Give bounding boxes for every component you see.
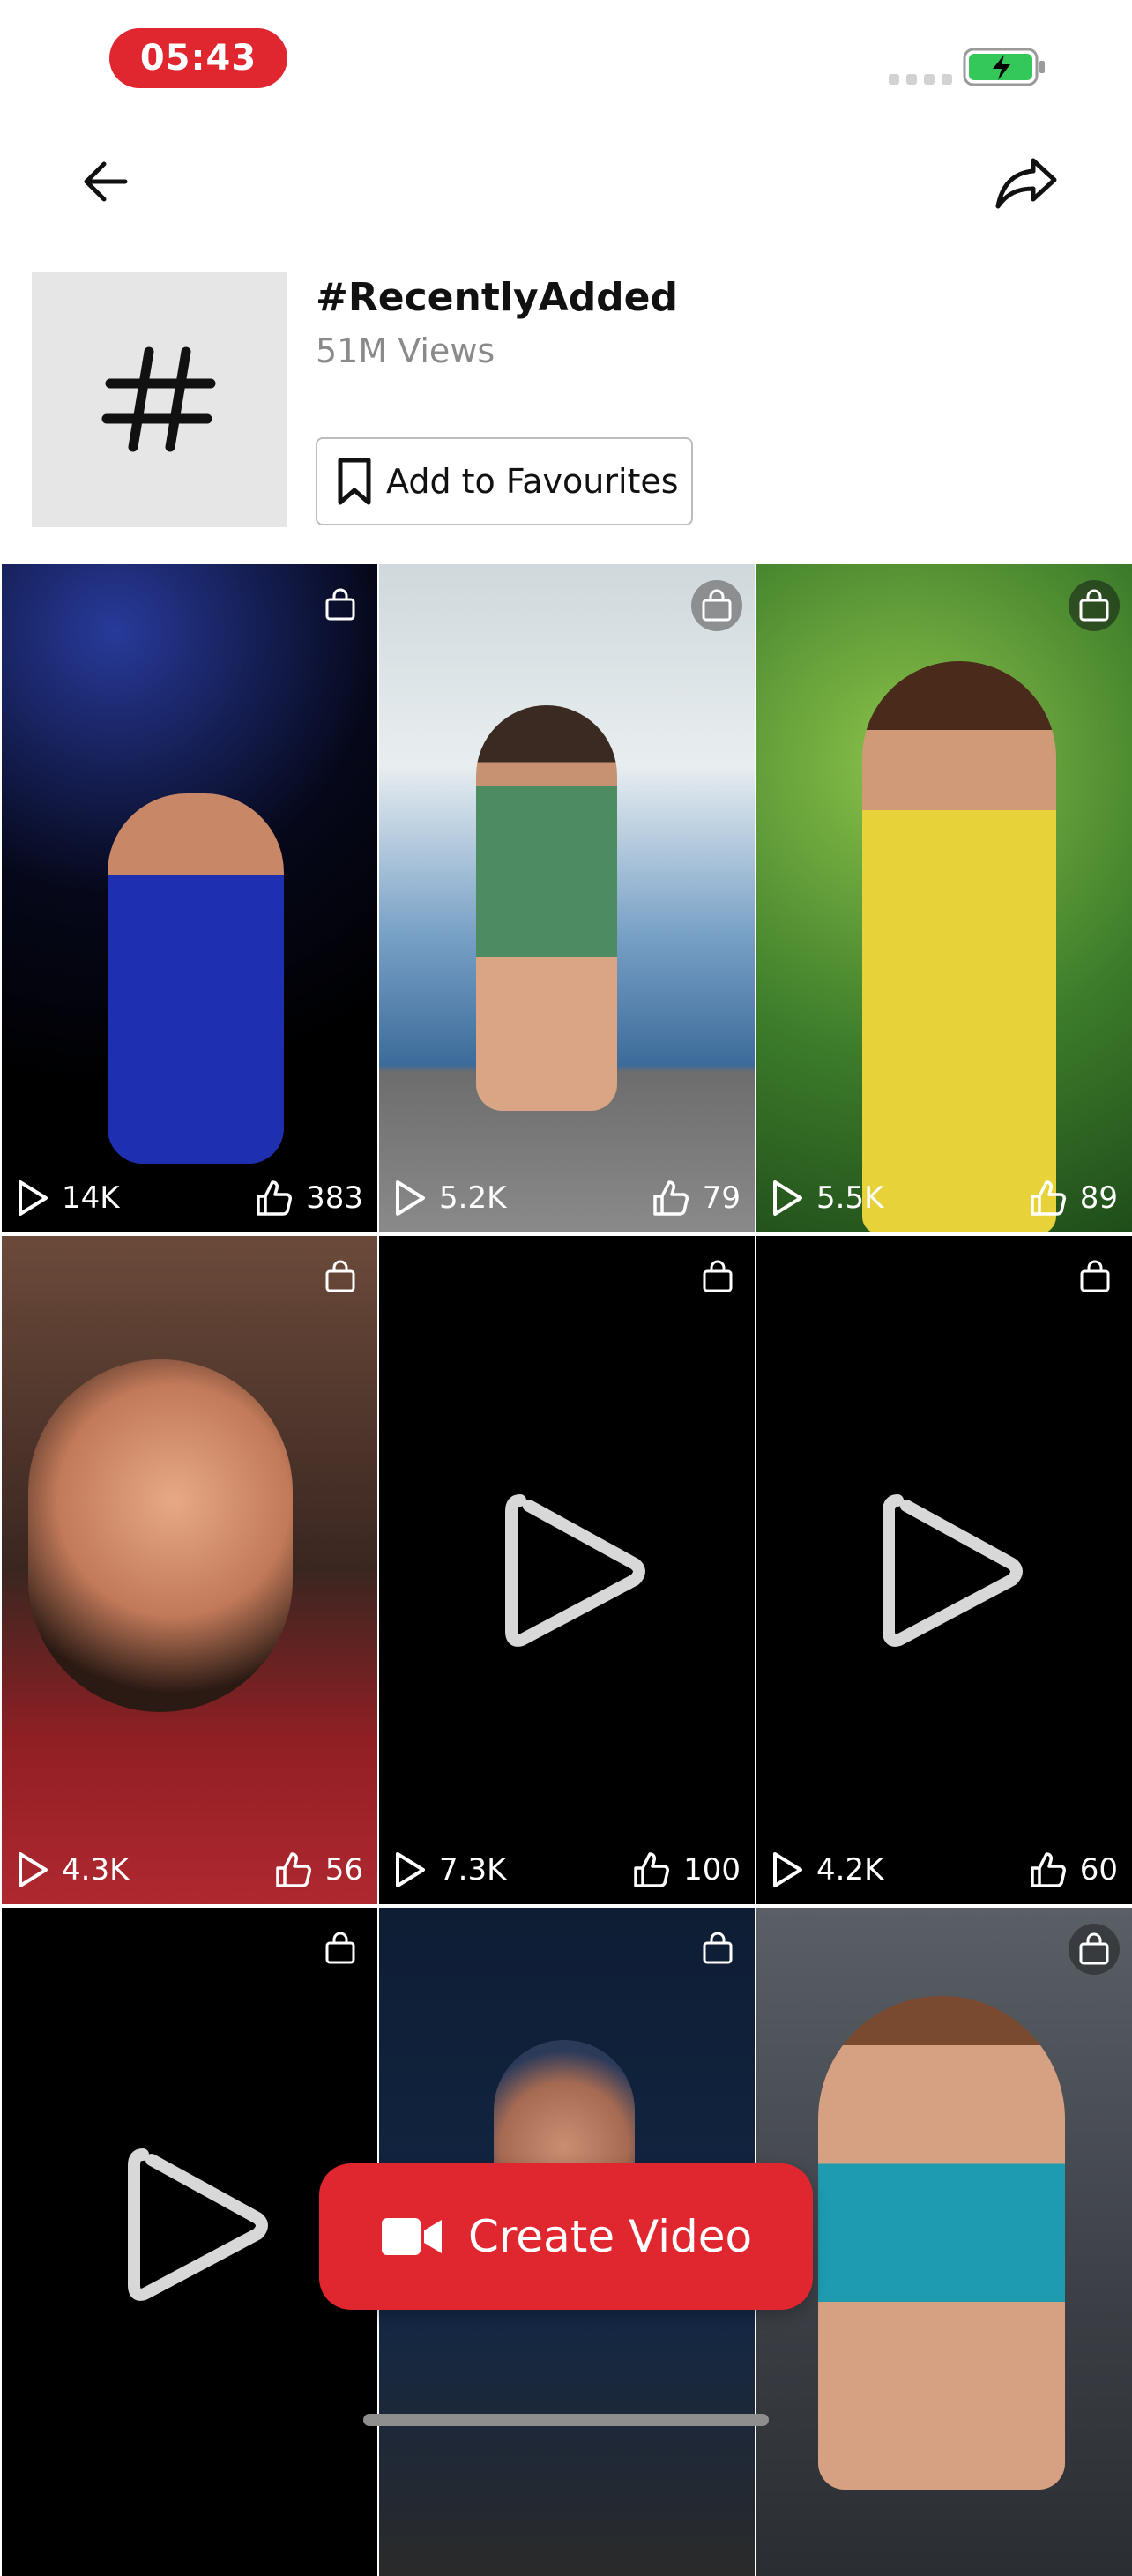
shopping-bag-icon — [702, 589, 732, 622]
video-thumbnail — [756, 564, 1132, 1232]
shopping-bag-icon — [325, 588, 355, 621]
video-tile[interactable]: 5.2K 79 — [379, 564, 755, 1232]
view-count: 4.3K — [62, 1852, 130, 1887]
like-count: 56 — [324, 1852, 363, 1887]
shopping-bag-icon — [703, 1260, 733, 1292]
thumbs-up-icon — [652, 1180, 689, 1216]
home-indicator — [363, 2414, 769, 2426]
thumbs-up-icon — [257, 1180, 293, 1216]
page-title: #RecentlyAdded — [316, 275, 679, 320]
create-video-label: Create Video — [467, 2211, 753, 2262]
thumbs-up-icon — [1030, 1852, 1066, 1887]
back-arrow-icon[interactable] — [76, 152, 136, 212]
hashtag-thumbnail — [32, 272, 287, 527]
play-icon — [19, 1852, 48, 1887]
video-tile[interactable]: 5.5K 89 — [756, 564, 1132, 1232]
shopping-bag-button[interactable] — [691, 580, 742, 631]
share-icon[interactable] — [993, 152, 1060, 212]
like-count: 383 — [306, 1180, 363, 1216]
shopping-bag-icon — [1079, 589, 1109, 622]
video-camera-icon — [381, 2218, 442, 2255]
favourite-label: Add to Favourites — [386, 462, 679, 501]
play-icon — [19, 1180, 48, 1216]
view-count: 7.3K — [439, 1852, 507, 1887]
view-count: 5.2K — [439, 1180, 507, 1216]
video-thumbnail — [2, 564, 377, 1232]
video-placeholder-play-icon — [128, 2148, 268, 2301]
like-count: 100 — [683, 1852, 741, 1887]
play-icon — [396, 1180, 425, 1216]
video-tile[interactable]: 7.3K 100 — [379, 1236, 755, 1904]
view-count: 5.5K — [816, 1180, 884, 1216]
shopping-bag-button[interactable] — [1069, 1924, 1120, 1975]
status-time: 05:43 — [109, 28, 287, 88]
views-count: 51M Views — [316, 331, 495, 370]
video-tile[interactable]: 4.2K 60 — [756, 1236, 1132, 1904]
video-placeholder-play-icon — [883, 1494, 1023, 1647]
view-count: 14K — [62, 1180, 120, 1216]
like-count: 89 — [1079, 1180, 1118, 1216]
shopping-bag-icon — [1080, 1260, 1110, 1292]
like-count: 60 — [1079, 1852, 1118, 1887]
battery-icon — [963, 48, 1045, 86]
shopping-bag-icon — [325, 1932, 355, 1964]
video-placeholder-play-icon — [505, 1494, 645, 1647]
view-count: 4.2K — [816, 1852, 884, 1887]
play-icon — [773, 1180, 802, 1216]
video-thumbnail — [379, 564, 755, 1232]
play-icon — [773, 1852, 802, 1887]
hashtag-icon — [101, 346, 216, 452]
thumbs-up-icon — [275, 1852, 311, 1887]
create-video-button[interactable]: Create Video — [319, 2163, 813, 2310]
shopping-bag-icon — [1079, 1932, 1109, 1965]
thumbs-up-icon — [1030, 1180, 1066, 1216]
video-thumbnail — [2, 1236, 377, 1904]
shopping-bag-icon — [703, 1932, 733, 1964]
video-tile[interactable]: 4.3K 56 — [2, 1236, 377, 1904]
signal-icon — [889, 74, 952, 85]
shopping-bag-icon — [325, 1260, 355, 1292]
bookmark-icon — [338, 458, 371, 505]
add-to-favourites-button[interactable]: Add to Favourites — [316, 437, 693, 525]
video-tile[interactable]: 14K 383 — [2, 564, 377, 1232]
shopping-bag-button[interactable] — [1069, 580, 1120, 631]
like-count: 79 — [702, 1180, 741, 1216]
thumbs-up-icon — [634, 1852, 670, 1887]
play-icon — [396, 1852, 425, 1887]
